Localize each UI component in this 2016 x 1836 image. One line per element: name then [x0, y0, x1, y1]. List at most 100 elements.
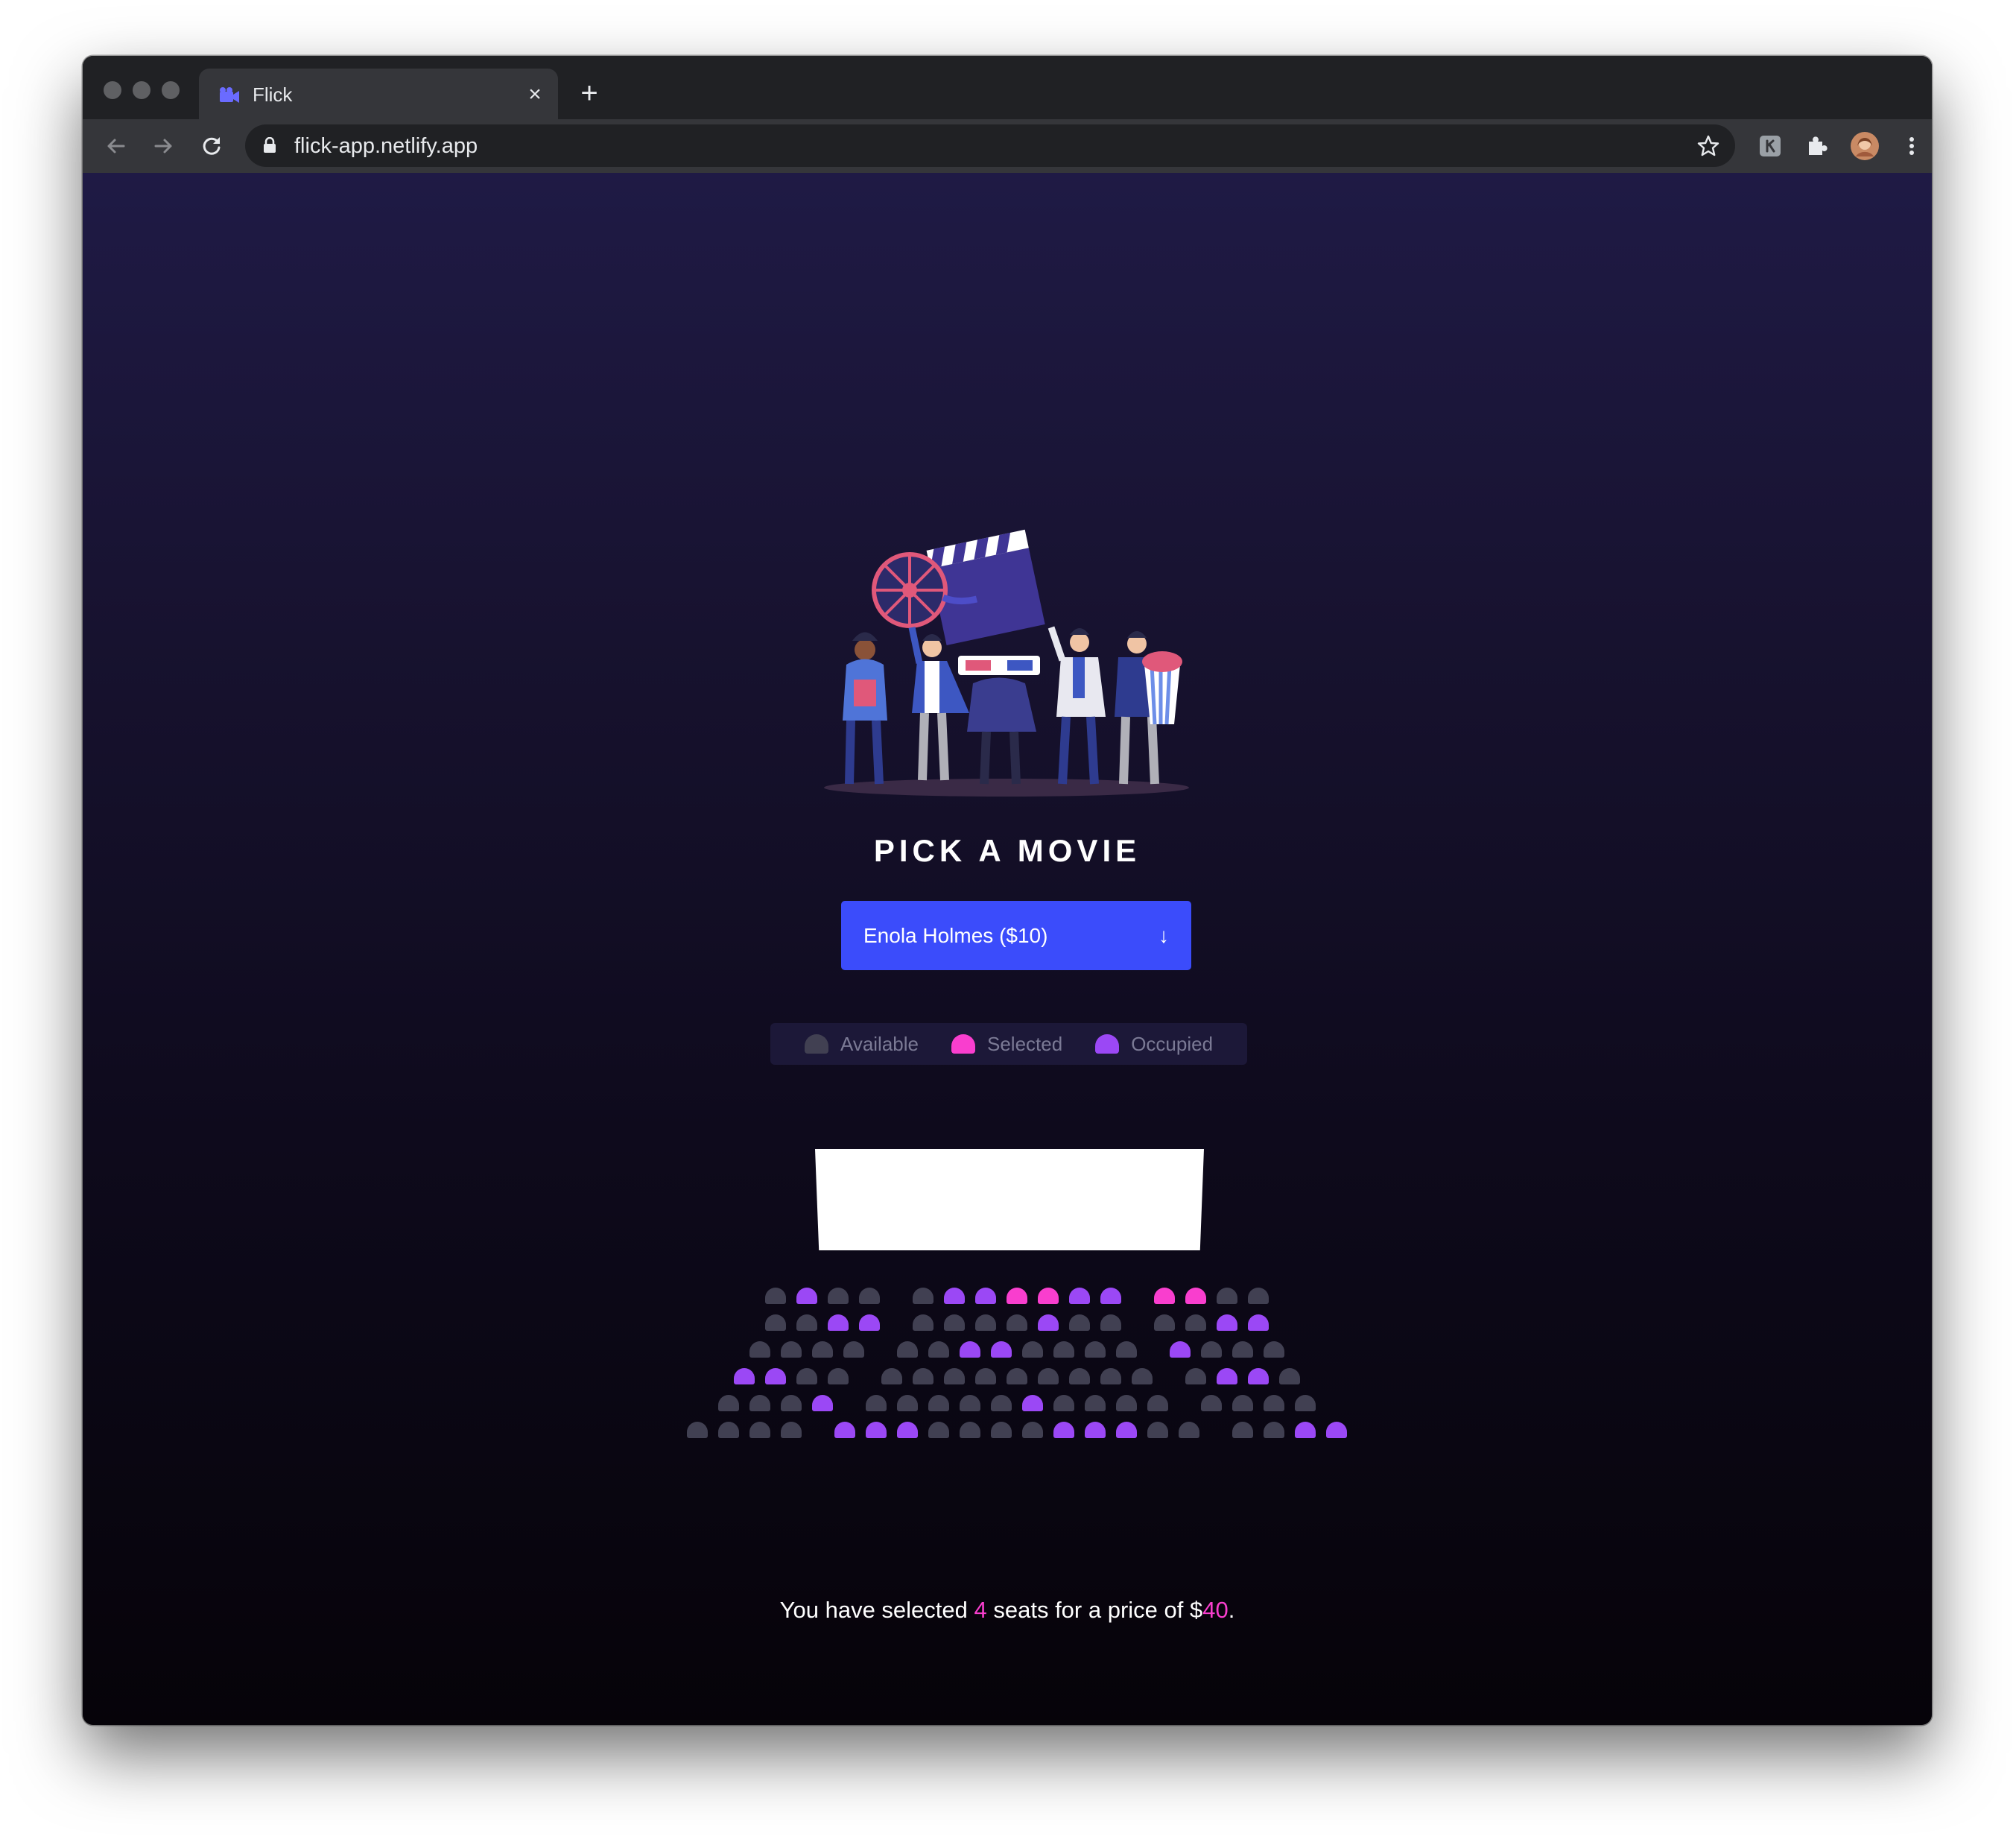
seat-available[interactable] [944, 1314, 965, 1331]
seat-available[interactable] [1185, 1314, 1206, 1331]
seat-available[interactable] [781, 1422, 802, 1438]
seat-available[interactable] [1100, 1368, 1121, 1384]
seat-available[interactable] [1022, 1341, 1043, 1358]
seat-available[interactable] [749, 1422, 770, 1438]
seat-available[interactable] [749, 1341, 770, 1358]
seat-selected[interactable] [1154, 1288, 1175, 1304]
seat-available[interactable] [1069, 1368, 1090, 1384]
seat-available[interactable] [1201, 1341, 1222, 1358]
reload-icon[interactable] [197, 131, 226, 161]
seat-available[interactable] [687, 1422, 708, 1438]
seat-available[interactable] [1232, 1341, 1253, 1358]
seat-occupied [1217, 1368, 1237, 1384]
seat-available[interactable] [843, 1341, 864, 1358]
seat-available[interactable] [991, 1395, 1012, 1411]
seat-occupied [812, 1395, 833, 1411]
seat-legend: Available Selected Occupied [770, 1023, 1247, 1065]
new-tab-button[interactable]: + [574, 78, 604, 108]
seat-available[interactable] [1085, 1341, 1106, 1358]
seat-available-icon [804, 1034, 828, 1054]
seat-available[interactable] [928, 1422, 949, 1438]
seat-available[interactable] [975, 1368, 996, 1384]
seat-available[interactable] [828, 1288, 849, 1304]
seat-available[interactable] [1248, 1288, 1269, 1304]
browser-tab[interactable]: Flick × [199, 69, 558, 119]
seat-available[interactable] [749, 1395, 770, 1411]
extension-icon[interactable] [1755, 131, 1785, 161]
seat-available[interactable] [1116, 1395, 1137, 1411]
seat-available[interactable] [1100, 1314, 1121, 1331]
seat-available[interactable] [1264, 1422, 1284, 1438]
seat-available[interactable] [1232, 1395, 1253, 1411]
seat-available[interactable] [1147, 1395, 1168, 1411]
seat-available[interactable] [1154, 1314, 1175, 1331]
seat-available[interactable] [1116, 1341, 1137, 1358]
seat-available[interactable] [866, 1395, 887, 1411]
seat-available[interactable] [828, 1368, 849, 1384]
seat-available[interactable] [897, 1341, 918, 1358]
seat-available[interactable] [913, 1368, 933, 1384]
puzzle-extensions-icon[interactable] [1802, 131, 1832, 161]
seat-available[interactable] [960, 1395, 980, 1411]
seat-available[interactable] [765, 1288, 786, 1304]
seat-available[interactable] [913, 1314, 933, 1331]
address-bar[interactable]: flick-app.netlify.app [245, 124, 1735, 167]
seat-available[interactable] [975, 1314, 996, 1331]
seat-available[interactable] [1147, 1422, 1168, 1438]
seat-available[interactable] [718, 1395, 739, 1411]
seat-available[interactable] [1217, 1288, 1237, 1304]
window-close-dot[interactable] [104, 81, 121, 99]
seat-available[interactable] [859, 1288, 880, 1304]
seat-selected[interactable] [1185, 1288, 1206, 1304]
profile-avatar[interactable] [1850, 131, 1880, 161]
tab-close-icon[interactable]: × [524, 83, 546, 106]
seat-available[interactable] [1179, 1422, 1199, 1438]
window-minimize-dot[interactable] [133, 81, 150, 99]
seat-occupied [897, 1422, 918, 1438]
seat-available[interactable] [991, 1422, 1012, 1438]
seat-available[interactable] [1053, 1341, 1074, 1358]
seat-available[interactable] [1295, 1395, 1316, 1411]
seat-available[interactable] [1038, 1368, 1059, 1384]
seat-available[interactable] [1085, 1395, 1106, 1411]
seat-available[interactable] [913, 1288, 933, 1304]
seat-selected[interactable] [1038, 1288, 1059, 1304]
seat-available[interactable] [1053, 1395, 1074, 1411]
seat-available[interactable] [1264, 1341, 1284, 1358]
seat-available[interactable] [781, 1395, 802, 1411]
seat-available[interactable] [796, 1368, 817, 1384]
seat-available[interactable] [881, 1368, 902, 1384]
seat-available[interactable] [928, 1395, 949, 1411]
window-maximize-dot[interactable] [162, 81, 180, 99]
seat-available[interactable] [812, 1341, 833, 1358]
seat-selected[interactable] [1007, 1288, 1027, 1304]
seat-available[interactable] [960, 1422, 980, 1438]
browser-window: Flick × + flick-app.netlify.app PICK A M… [83, 56, 1932, 1725]
seat-available[interactable] [1279, 1368, 1300, 1384]
seat-available[interactable] [1201, 1395, 1222, 1411]
seat-available[interactable] [1264, 1395, 1284, 1411]
seat-occupied [1100, 1288, 1121, 1304]
forward-arrow-icon[interactable] [148, 131, 178, 161]
seat-available[interactable] [1069, 1314, 1090, 1331]
page-title: PICK A MOVIE [873, 833, 1141, 868]
more-options-icon[interactable] [1897, 131, 1927, 161]
total-price: 40 [1202, 1597, 1229, 1623]
seat-available[interactable] [1232, 1422, 1253, 1438]
seat-available[interactable] [1132, 1368, 1153, 1384]
seat-available[interactable] [765, 1314, 786, 1331]
seat-available[interactable] [796, 1314, 817, 1331]
seat-available[interactable] [781, 1341, 802, 1358]
seat-available[interactable] [944, 1368, 965, 1384]
movie-select[interactable]: Enola Holmes ($10) ↓ [841, 901, 1191, 970]
seat-available[interactable] [928, 1341, 949, 1358]
seat-available[interactable] [897, 1395, 918, 1411]
seat-available[interactable] [1185, 1368, 1206, 1384]
seat-available[interactable] [1022, 1422, 1043, 1438]
seat-available[interactable] [718, 1422, 739, 1438]
seat-available[interactable] [1007, 1314, 1027, 1331]
seat-available[interactable] [1007, 1368, 1027, 1384]
back-arrow-icon[interactable] [101, 131, 131, 161]
seat-occupied [991, 1341, 1012, 1358]
bookmark-star-icon[interactable] [1696, 134, 1720, 158]
